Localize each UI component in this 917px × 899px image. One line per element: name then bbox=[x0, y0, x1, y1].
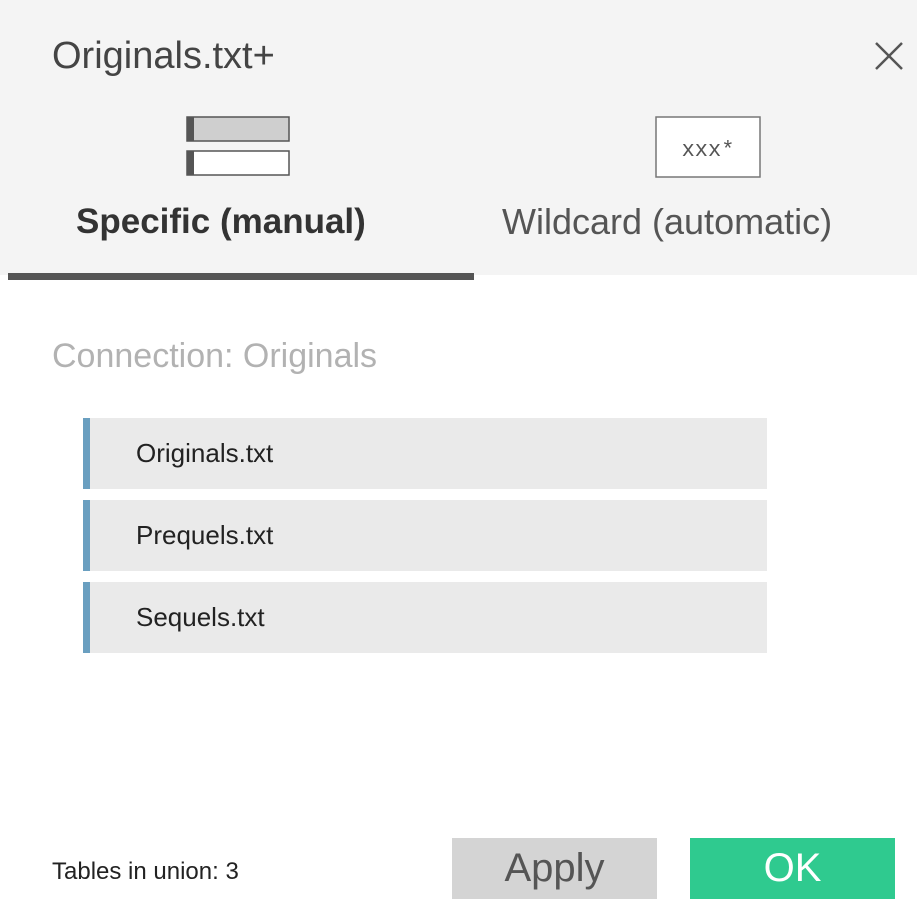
tab-wildcard-label: Wildcard (automatic) bbox=[502, 201, 833, 242]
active-tab-indicator bbox=[8, 273, 474, 280]
table-item-label: Originals.txt bbox=[136, 438, 274, 468]
connection-label: Connection: Originals bbox=[52, 337, 378, 375]
tab-specific-label: Specific (manual) bbox=[76, 202, 366, 241]
table-item-label: Sequels.txt bbox=[136, 602, 265, 632]
dialog-header: Originals.txt+ Specific (manual) xxx* Wi… bbox=[0, 0, 917, 275]
union-count-text: Tables in union: 3 bbox=[52, 858, 239, 885]
list-item[interactable]: Originals.txt bbox=[83, 418, 767, 489]
wildcard-icon: xxx* bbox=[655, 116, 761, 187]
table-list: Originals.txt Prequels.txt Sequels.txt bbox=[83, 418, 767, 664]
apply-button[interactable]: Apply bbox=[452, 838, 657, 899]
dialog-title: Originals.txt+ bbox=[52, 35, 275, 77]
list-item[interactable]: Sequels.txt bbox=[83, 582, 767, 653]
close-button[interactable] bbox=[868, 30, 908, 82]
table-item-label: Prequels.txt bbox=[136, 520, 274, 550]
close-icon bbox=[875, 42, 903, 70]
tab-specific-manual[interactable]: Specific (manual) bbox=[8, 110, 474, 275]
list-item[interactable]: Prequels.txt bbox=[83, 500, 767, 571]
ok-button[interactable]: OK bbox=[690, 838, 895, 899]
wildcard-icon-text: xxx* bbox=[682, 138, 735, 163]
two-rows-icon bbox=[186, 116, 292, 187]
tab-wildcard-automatic[interactable]: xxx* Wildcard (automatic) bbox=[474, 110, 917, 275]
